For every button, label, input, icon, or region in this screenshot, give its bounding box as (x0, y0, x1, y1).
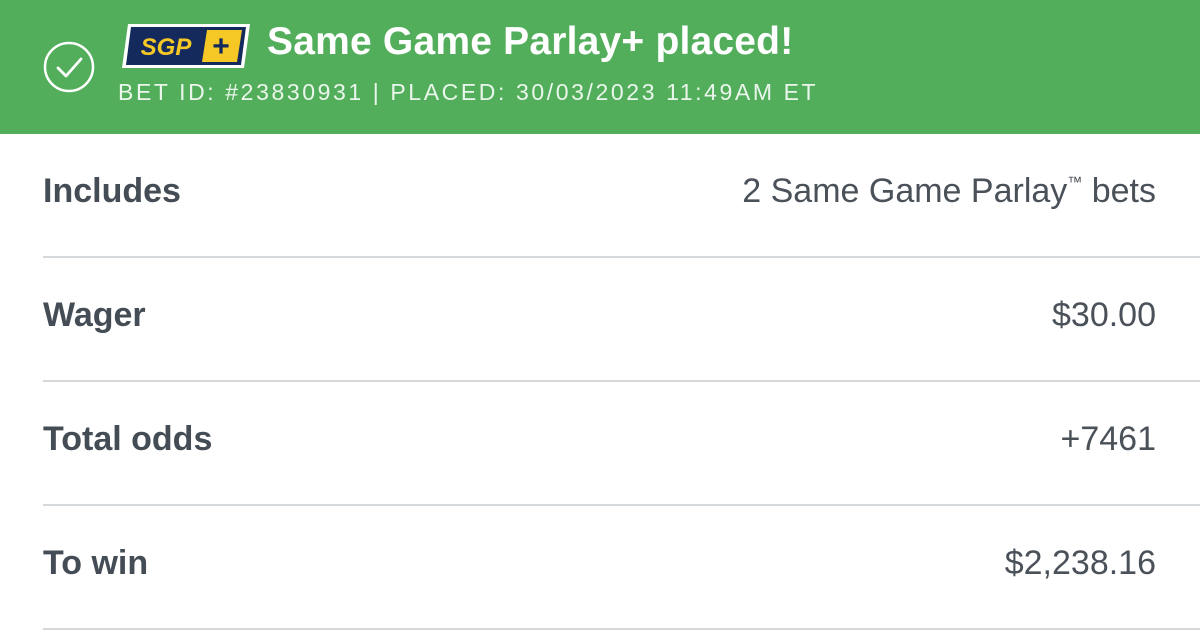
sgp-badge-plus: + (212, 30, 230, 63)
summary-row-wager: Wager $30.00 (43, 258, 1200, 382)
wager-label: Wager (43, 296, 146, 334)
includes-value: 2 Same Game Parlay™ bets (742, 172, 1156, 211)
to-win-label: To win (43, 544, 149, 582)
wager-value: $30.00 (1052, 296, 1156, 334)
sgp-plus-badge: SGP + (122, 24, 250, 68)
total-odds-value: +7461 (1060, 420, 1157, 458)
confirmation-title: Same Game Parlay+ placed! (267, 20, 794, 63)
summary-row-includes: Includes 2 Same Game Parlay™ bets (43, 134, 1200, 258)
summary-row-to-win: To win $2,238.16 (43, 506, 1200, 630)
bet-id-placed-meta: BET ID: #23830931 | PLACED: 30/03/2023 1… (118, 79, 819, 105)
summary-row-total-odds: Total odds +7461 (43, 382, 1200, 506)
includes-label: Includes (43, 172, 181, 210)
includes-value-text: 2 Same Game Parlay (742, 172, 1068, 210)
to-win-value: $2,238.16 (1004, 544, 1156, 582)
includes-value-tail: bets (1082, 172, 1156, 210)
confirmation-banner: SGP + Same Game Parlay+ placed! BET ID: … (0, 0, 1200, 134)
total-odds-label: Total odds (43, 420, 213, 458)
trademark-symbol: ™ (1067, 174, 1083, 191)
bet-summary-list: Includes 2 Same Game Parlay™ bets Wager … (0, 134, 1200, 630)
sgp-badge-text: SGP (141, 34, 193, 61)
check-circle-icon (43, 41, 95, 93)
